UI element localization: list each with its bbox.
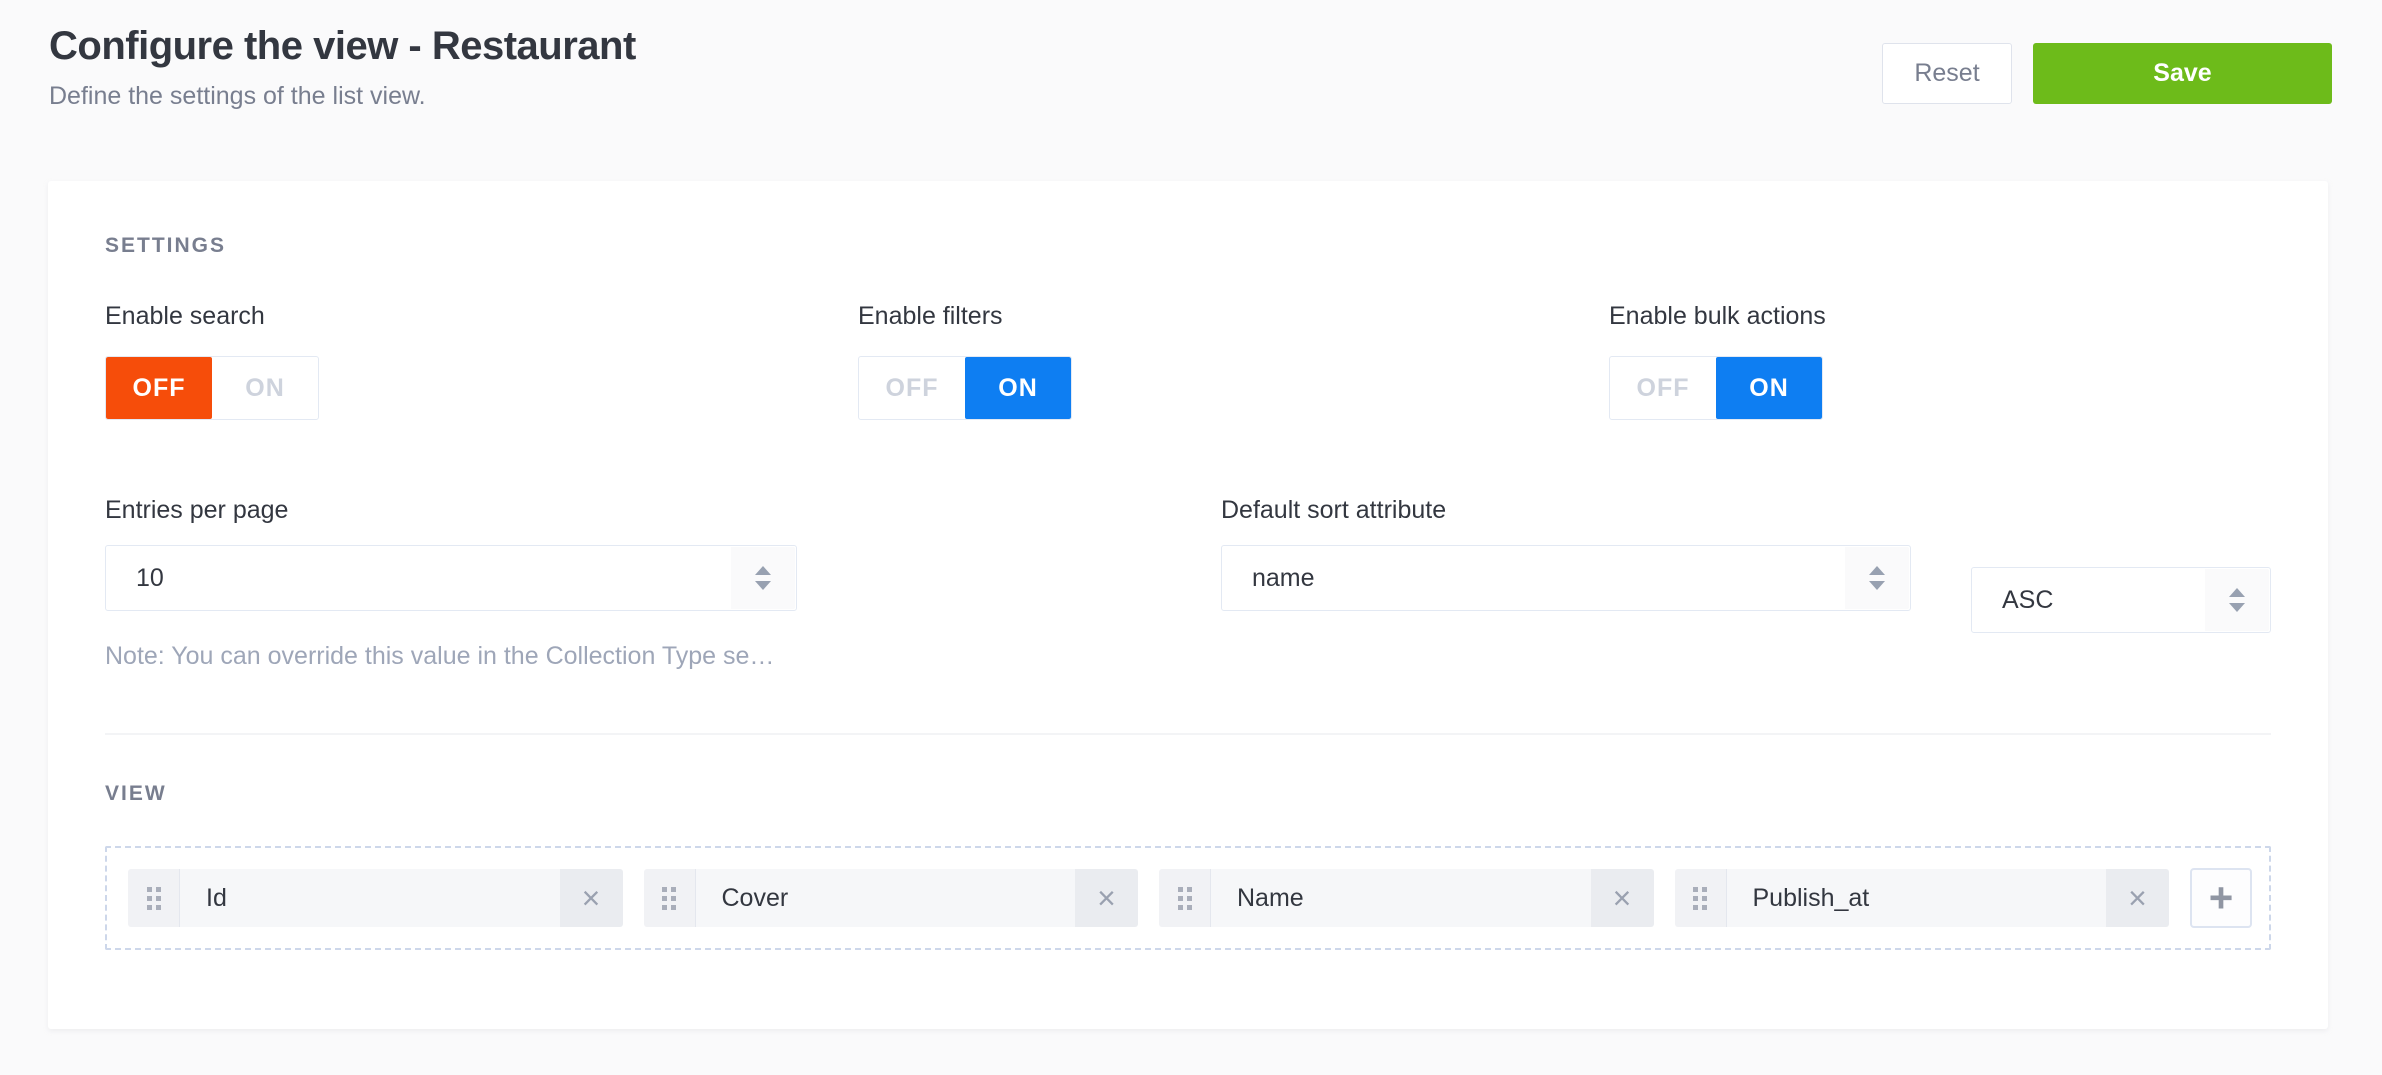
drag-handle-icon[interactable] <box>644 869 696 927</box>
entries-per-page-select[interactable]: 10 <box>105 545 797 611</box>
grip-dots-icon <box>662 887 676 910</box>
enable-bulk-actions-label: Enable bulk actions <box>1609 302 2271 331</box>
field-chip-id[interactable]: Id × <box>128 869 623 927</box>
default-sort-select[interactable]: name <box>1221 545 1911 611</box>
enable-filters-label: Enable filters <box>858 302 1609 331</box>
select-value: name <box>1222 546 1910 610</box>
enable-filters-toggle[interactable]: OFF ON <box>858 356 1072 420</box>
remove-field-icon[interactable]: × <box>1591 869 1654 927</box>
drag-handle-icon[interactable] <box>128 869 180 927</box>
default-sort-label: Default sort attribute <box>1221 496 1911 525</box>
entries-per-page-note: Note: You can override this value in the… <box>105 642 797 671</box>
toggle-off-option[interactable]: OFF <box>859 357 965 419</box>
reset-button[interactable]: Reset <box>1882 43 2012 104</box>
select-caret-icon <box>731 547 795 609</box>
toggle-off-option[interactable]: OFF <box>1610 357 1716 419</box>
grip-dots-icon <box>1693 887 1707 910</box>
selects-row: Entries per page 10 Note: You can overri… <box>105 496 2271 671</box>
select-value: 10 <box>106 546 796 610</box>
toggle-on-option[interactable]: ON <box>965 357 1071 419</box>
chip-label: Publish_at <box>1727 869 2107 927</box>
toggle-on-option[interactable]: ON <box>212 357 318 419</box>
select-caret-icon <box>2205 569 2269 631</box>
default-sort-field: Default sort attribute name <box>1221 496 1911 611</box>
settings-card: SETTINGS Enable search OFF ON Enable fil… <box>48 181 2328 1029</box>
chip-label: Id <box>180 869 560 927</box>
entries-per-page-label: Entries per page <box>105 496 797 525</box>
sort-order-select[interactable]: ASC <box>1971 567 2271 633</box>
select-caret-icon <box>1845 547 1909 609</box>
field-chip-cover[interactable]: Cover × <box>644 869 1139 927</box>
enable-search-label: Enable search <box>105 302 858 331</box>
view-fields-dropzone: Id × Cover × Name × Publish_at × + <box>105 846 2271 950</box>
chip-label: Cover <box>696 869 1076 927</box>
enable-filters-field: Enable filters OFF ON <box>858 302 1609 420</box>
sort-order-field: ASC <box>1971 547 2271 633</box>
enable-bulk-actions-toggle[interactable]: OFF ON <box>1609 356 1823 420</box>
remove-field-icon[interactable]: × <box>1075 869 1138 927</box>
toggle-on-option[interactable]: ON <box>1716 357 1822 419</box>
enable-bulk-actions-field: Enable bulk actions OFF ON <box>1609 302 2271 420</box>
settings-section-title: SETTINGS <box>105 181 2271 258</box>
toggle-off-option[interactable]: OFF <box>106 357 212 419</box>
field-chip-name[interactable]: Name × <box>1159 869 1654 927</box>
header-actions: Reset Save <box>1882 43 2332 104</box>
save-button[interactable]: Save <box>2033 43 2332 104</box>
grip-dots-icon <box>147 887 161 910</box>
page-header: Configure the view - Restaurant Define t… <box>49 0 2332 111</box>
chip-label: Name <box>1211 869 1591 927</box>
drag-handle-icon[interactable] <box>1675 869 1727 927</box>
view-section-title: VIEW <box>105 735 2271 806</box>
enable-search-field: Enable search OFF ON <box>105 302 858 420</box>
grip-dots-icon <box>1178 887 1192 910</box>
remove-field-icon[interactable]: × <box>560 869 623 927</box>
entries-per-page-field: Entries per page 10 Note: You can overri… <box>105 496 797 671</box>
add-field-button[interactable]: + <box>2190 868 2252 928</box>
remove-field-icon[interactable]: × <box>2106 869 2169 927</box>
toggles-row: Enable search OFF ON Enable filters OFF … <box>105 302 2271 420</box>
field-chip-publish-at[interactable]: Publish_at × <box>1675 869 2170 927</box>
enable-search-toggle[interactable]: OFF ON <box>105 356 319 420</box>
drag-handle-icon[interactable] <box>1159 869 1211 927</box>
